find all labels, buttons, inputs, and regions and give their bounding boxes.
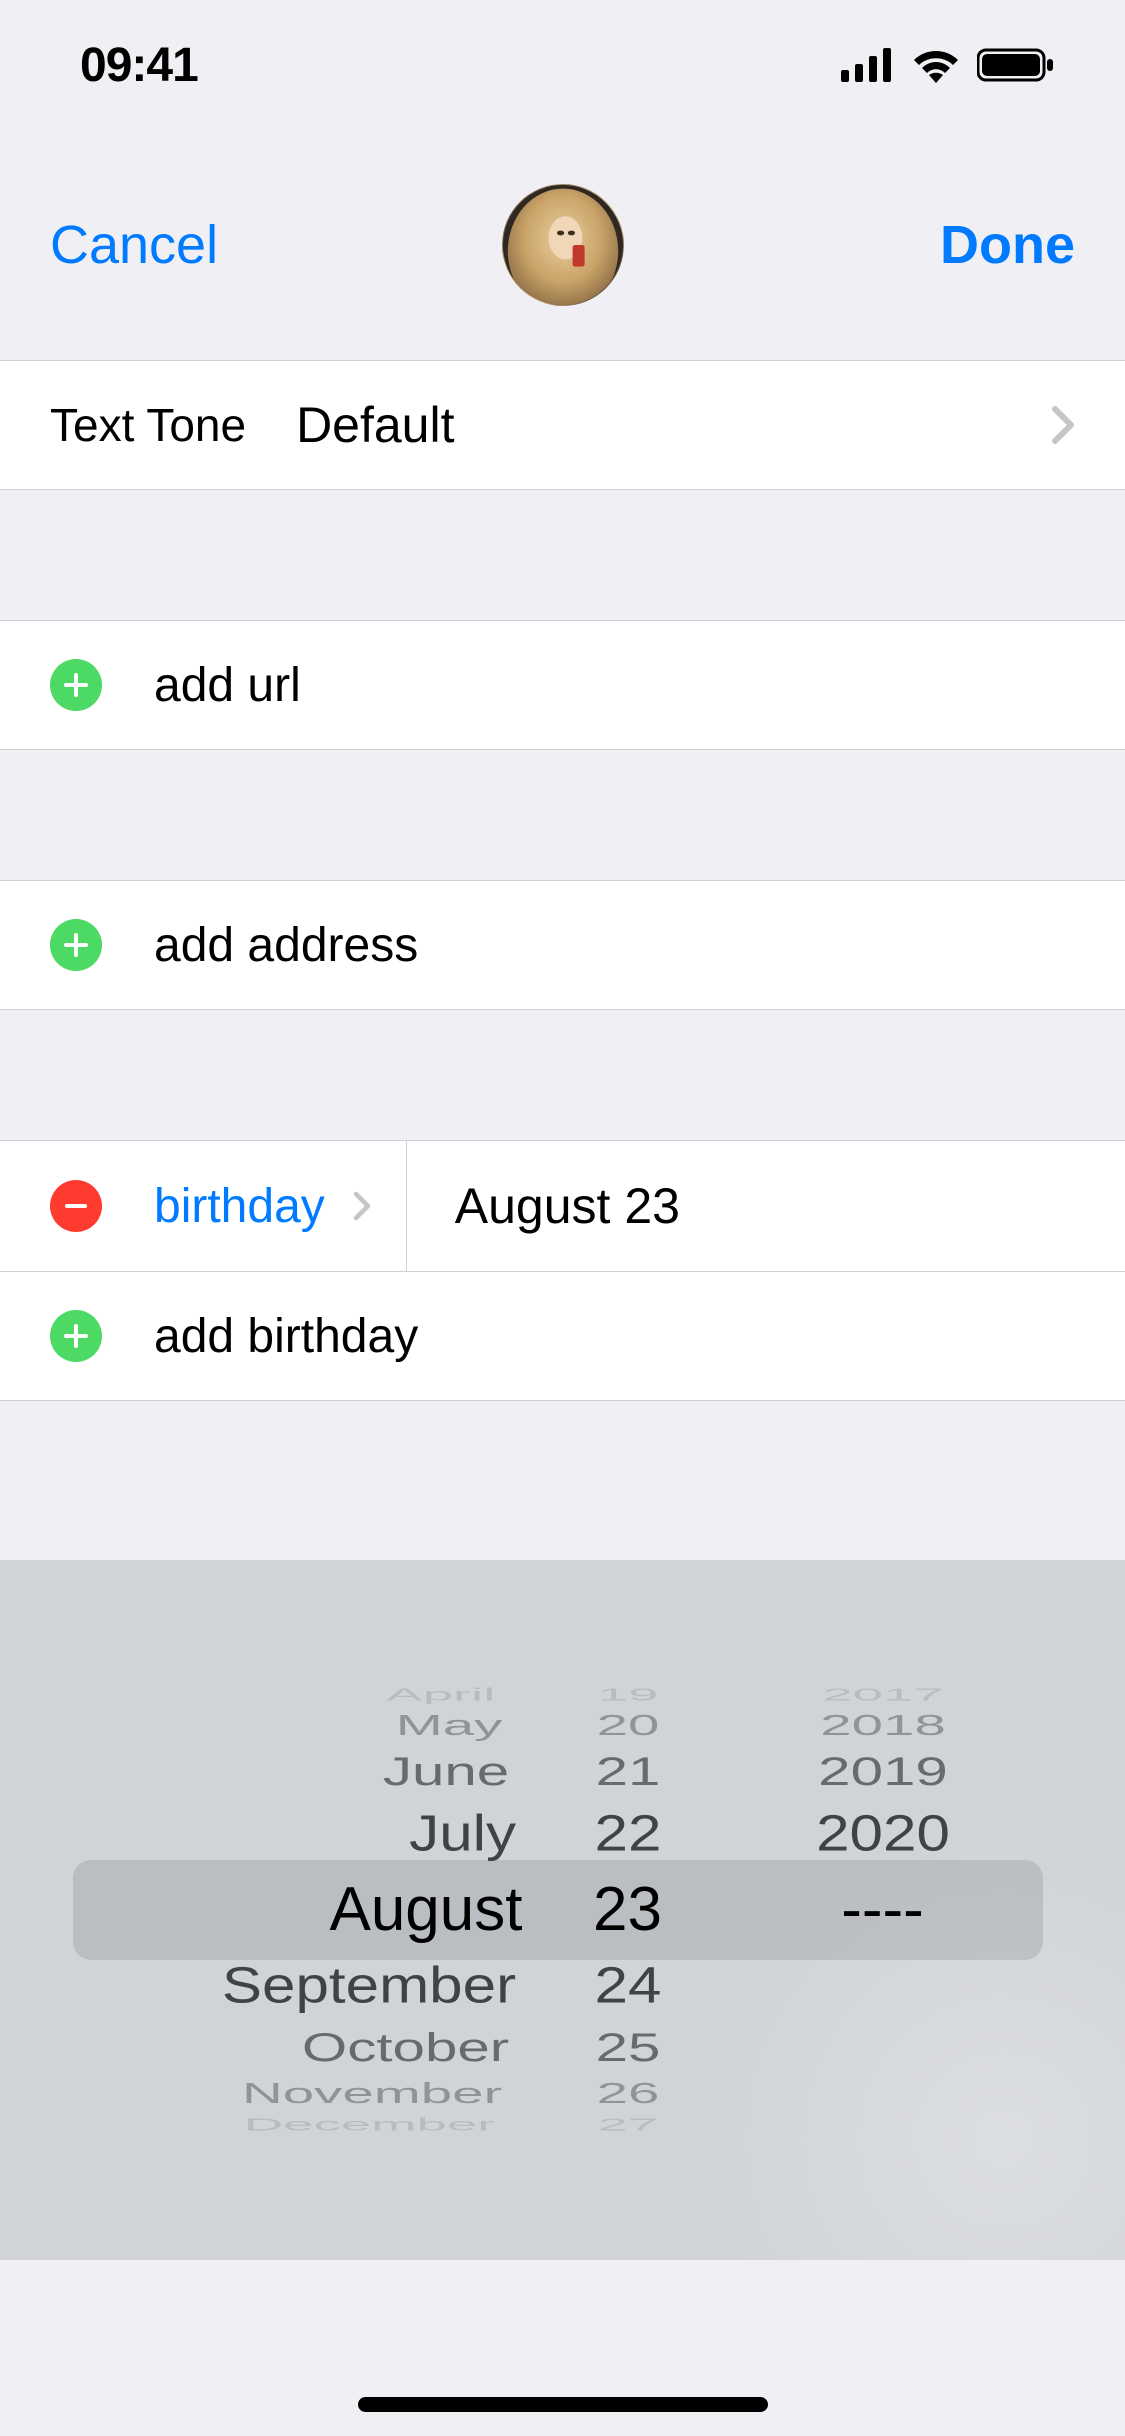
add-icon xyxy=(50,919,102,971)
picker-item[interactable]: 2018 xyxy=(746,1712,1019,1741)
picker-item[interactable]: 22 xyxy=(526,1808,730,1859)
text-tone-label: Text Tone xyxy=(50,398,246,452)
picker-item[interactable]: 21 xyxy=(529,1752,726,1792)
birthday-field-selector[interactable]: birthday xyxy=(154,1141,407,1271)
picker-item[interactable]: 2019 xyxy=(742,1752,1024,1792)
add-icon xyxy=(50,659,102,711)
add-url-row[interactable]: add url xyxy=(0,620,1125,750)
chevron-right-icon xyxy=(1051,405,1075,445)
add-birthday-label: add birthday xyxy=(154,1309,418,1364)
spacer xyxy=(0,1010,1125,1140)
picker-item[interactable]: 25 xyxy=(529,2028,726,2068)
picker-item[interactable]: 26 xyxy=(532,2080,723,2109)
text-tone-value: Default xyxy=(296,396,454,454)
picker-item[interactable]: July xyxy=(69,1808,515,1859)
home-indicator[interactable] xyxy=(358,2397,768,2412)
add-address-row[interactable]: add address xyxy=(0,880,1125,1010)
add-address-label: add address xyxy=(154,918,418,973)
picker-item[interactable]: June xyxy=(76,1752,508,1792)
picker-item[interactable]: December xyxy=(90,2116,495,2133)
cancel-button[interactable]: Cancel xyxy=(50,214,218,276)
group-text-tone: Text Tone Default xyxy=(0,360,1125,490)
picker-item[interactable]: 19 xyxy=(535,1686,720,1703)
group-address: add address xyxy=(0,880,1125,1010)
picker-item[interactable]: May xyxy=(83,1712,502,1741)
picker-wheel-day[interactable]: 19 20 21 22 23 24 25 26 27 xyxy=(523,1560,733,2260)
picker-item[interactable]: 23 xyxy=(523,1879,733,1941)
picker-item[interactable]: 20 xyxy=(532,1712,723,1741)
text-tone-row[interactable]: Text Tone Default xyxy=(0,360,1125,490)
delete-icon[interactable] xyxy=(50,1180,102,1232)
done-button[interactable]: Done xyxy=(940,214,1075,276)
spacer xyxy=(0,750,1125,880)
picker-item[interactable]: August xyxy=(63,1879,523,1941)
birthday-value: August 23 xyxy=(455,1177,680,1235)
wifi-icon xyxy=(911,47,961,83)
group-birthday: birthday August 23 add birthday xyxy=(0,1140,1125,1401)
contact-avatar[interactable] xyxy=(502,184,624,306)
chevron-right-icon xyxy=(353,1191,371,1221)
picker-item[interactable]: 2020 xyxy=(737,1808,1028,1859)
picker-item[interactable]: September xyxy=(69,1961,515,2012)
spacer xyxy=(0,490,1125,620)
picker-item[interactable]: October xyxy=(76,2028,508,2068)
status-bar: 09:41 xyxy=(0,0,1125,130)
picker-item[interactable]: 24 xyxy=(526,1961,730,2012)
picker-item[interactable]: 27 xyxy=(535,2116,720,2133)
birthday-field-label: birthday xyxy=(154,1179,325,1234)
status-icons xyxy=(841,47,1055,83)
nav-header: Cancel Done xyxy=(0,130,1125,360)
add-url-label: add url xyxy=(154,658,301,713)
picker-wheel-year[interactable]: 2017 2018 2019 2020 ---- xyxy=(733,1560,1033,2260)
picker-item[interactable]: November xyxy=(83,2080,502,2109)
battery-icon xyxy=(977,47,1055,83)
group-url: add url xyxy=(0,620,1125,750)
cellular-icon xyxy=(841,48,895,82)
picker-wheel-month[interactable]: April May June July August September October No… xyxy=(63,1560,523,2260)
birthday-row[interactable]: birthday August 23 xyxy=(0,1140,1125,1271)
picker-item[interactable]: 2017 xyxy=(751,1686,1015,1703)
picker-item[interactable]: April xyxy=(90,1686,495,1703)
picker-item[interactable]: ---- xyxy=(733,1879,1033,1941)
add-birthday-row[interactable]: add birthday xyxy=(0,1271,1125,1401)
date-picker[interactable]: April May June July August September October No… xyxy=(0,1560,1125,2260)
status-time: 09:41 xyxy=(80,38,198,93)
add-icon xyxy=(50,1310,102,1362)
